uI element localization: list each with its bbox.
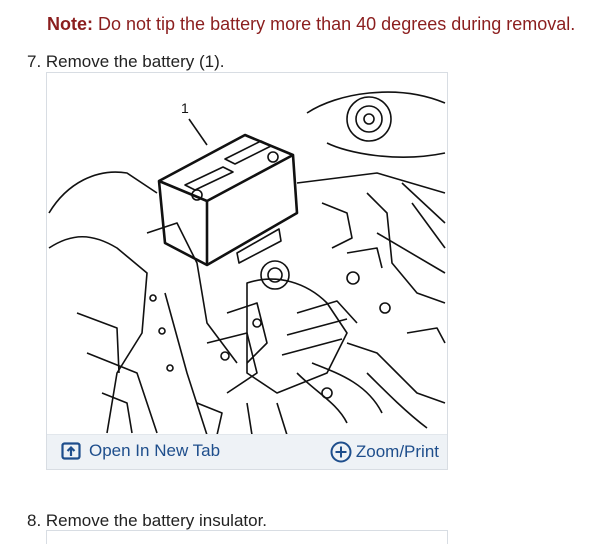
step-7-text: 7. Remove the battery (1). bbox=[27, 52, 225, 71]
battery-figure: 1 Open In New Tab Zoom/Print bbox=[46, 72, 448, 470]
open-in-new-tab-label: Open In New Tab bbox=[89, 441, 221, 460]
battery-callout-number: 1 bbox=[181, 100, 189, 116]
open-in-new-tab-button[interactable]: Open In New Tab bbox=[61, 441, 220, 461]
note-warning: Note: Do not tip the battery more than 4… bbox=[47, 14, 575, 35]
note-text: Do not tip the battery more than 40 degr… bbox=[93, 14, 576, 34]
zoom-print-button[interactable]: Zoom/Print bbox=[330, 441, 439, 463]
zoom-plus-icon bbox=[330, 441, 352, 463]
figure-toolbar: Open In New Tab Zoom/Print bbox=[47, 434, 447, 469]
note-label: Note: bbox=[47, 14, 93, 34]
step-8-text: 8. Remove the battery insulator. bbox=[27, 511, 268, 530]
zoom-print-label: Zoom/Print bbox=[355, 442, 439, 461]
open-in-new-tab-icon bbox=[61, 442, 81, 460]
engine-bay-illustration: 1 bbox=[48, 91, 446, 435]
